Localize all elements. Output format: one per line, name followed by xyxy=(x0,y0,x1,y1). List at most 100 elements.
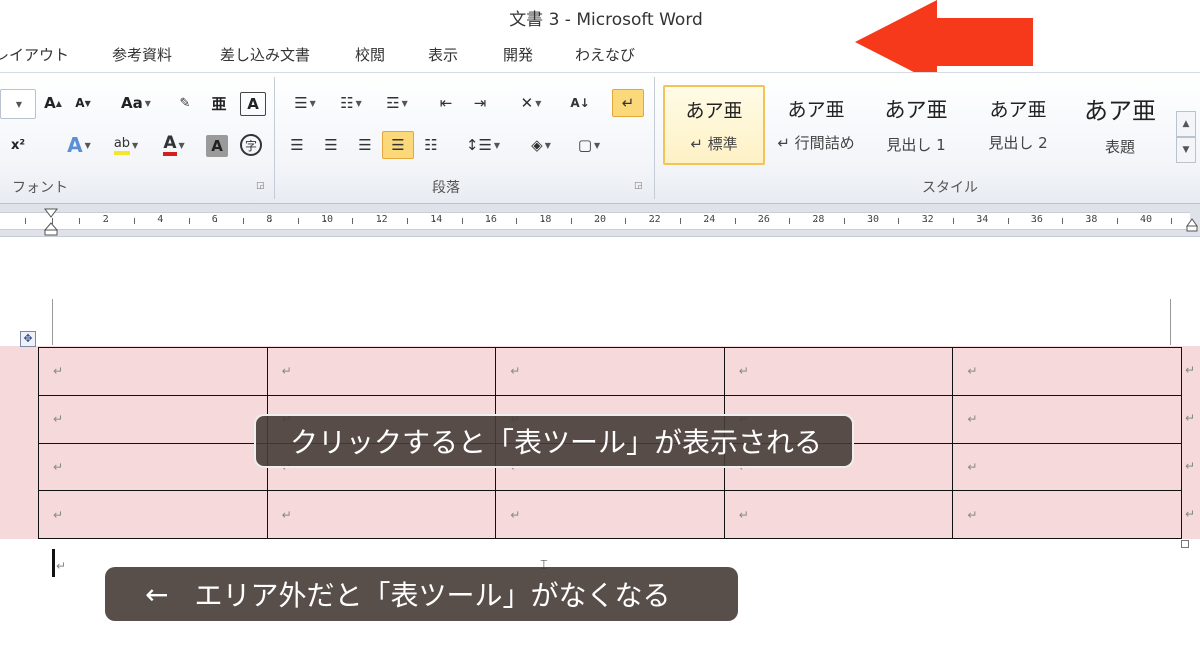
bullets-button[interactable]: ☰ ▼ xyxy=(284,89,326,117)
ruler-tick xyxy=(461,218,463,224)
ruler-tick xyxy=(79,218,81,224)
ruler-label: 40 xyxy=(1140,214,1153,225)
table-cell[interactable]: ↵ xyxy=(495,490,725,539)
text-cursor xyxy=(52,549,55,577)
ruler-label: 8 xyxy=(266,214,273,225)
table-cell[interactable]: ↵ xyxy=(952,394,1182,444)
group-divider xyxy=(274,77,275,199)
table-cell[interactable]: ↵ xyxy=(38,442,268,492)
caption-outside-table: ← エリア外だと「表ツール」がなくなる xyxy=(105,567,738,621)
enclose-characters-button[interactable]: 字 xyxy=(238,131,264,159)
clear-format-button[interactable]: ✎ xyxy=(172,89,198,117)
dialog-launcher-icon[interactable]: ◲ xyxy=(256,181,265,191)
shrink-font-button[interactable]: A ▼ xyxy=(70,89,96,117)
text-effects-button[interactable]: A ▼ xyxy=(60,131,98,159)
asian-layout-button[interactable]: ✕ ▼ xyxy=(510,89,552,117)
bullet-list-icon: ☰ xyxy=(294,94,308,112)
ruler-label: 34 xyxy=(976,214,989,225)
style-heading-2[interactable]: あア亜 見出し 2 xyxy=(968,85,1068,163)
highlighter-icon: ab xyxy=(113,136,131,155)
align-right-button[interactable]: ☰ xyxy=(352,131,378,159)
style-normal[interactable]: あア亜 ↵ 標準 xyxy=(663,85,765,165)
horizontal-ruler[interactable]: 2 4 6 8 10 12 14 16 18 20 22 24 26 28 30 32 34 36 38 40 xyxy=(0,204,1200,237)
align-left-button[interactable]: ☰ xyxy=(284,131,310,159)
table-cell[interactable]: ↵ xyxy=(38,490,268,539)
ruler-tick xyxy=(297,218,299,224)
style-heading-1[interactable]: あア亜 見出し 1 xyxy=(866,85,966,163)
end-of-cell-mark-icon: ↵ xyxy=(738,364,749,379)
font-size-combo[interactable]: ▼ xyxy=(0,89,36,119)
ruler-tick xyxy=(789,218,791,224)
line-spacing-button[interactable]: ↕☰ ▼ xyxy=(462,131,504,159)
style-no-spacing[interactable]: あア亜 ↵ 行間詰め xyxy=(766,85,866,163)
table-cell[interactable]: ↵ xyxy=(723,490,954,539)
ruler-label: 30 xyxy=(867,214,880,225)
decrease-indent-button[interactable]: ⇤ xyxy=(432,89,460,117)
borders-button[interactable]: ▢ ▼ xyxy=(568,131,610,159)
ruler-tick xyxy=(952,218,954,224)
phonetic-guide-button[interactable]: 亜 xyxy=(206,89,232,117)
tab-view[interactable]: 表示 xyxy=(428,44,458,65)
table-resize-handle[interactable] xyxy=(1181,540,1189,548)
center-button[interactable]: ☰ xyxy=(318,131,344,159)
table-cell[interactable]: ↵ xyxy=(723,347,954,396)
ruler-label: 2 xyxy=(102,214,109,225)
tab-page-layout[interactable]: レイアウト xyxy=(0,44,69,65)
highlight-button[interactable]: ab ▼ xyxy=(104,131,148,159)
font-color-button[interactable]: A ▼ xyxy=(152,131,196,159)
character-border-button[interactable]: A xyxy=(240,92,266,116)
numbering-button[interactable]: ☷ ▼ xyxy=(330,89,372,117)
show-formatting-marks-button[interactable]: ↵ xyxy=(612,89,644,117)
tab-review[interactable]: 校閲 xyxy=(355,44,385,65)
tab-mailings[interactable]: 差し込み文書 xyxy=(220,44,310,65)
superscript-button[interactable]: x² xyxy=(0,131,36,159)
crop-mark xyxy=(1170,299,1171,345)
ruler-label: 6 xyxy=(211,214,218,225)
distributed-button[interactable]: ☷ xyxy=(418,131,444,159)
table-cell[interactable]: ↵ xyxy=(266,490,497,539)
chevron-down-icon: ▼ xyxy=(15,99,23,109)
font-group-label: フォント xyxy=(12,180,68,196)
table-cell[interactable]: ↵ xyxy=(38,347,268,396)
character-shading-button[interactable]: A xyxy=(206,135,228,157)
title-bar: 文書 3 - Microsoft Word xyxy=(0,0,1200,84)
style-name: ↵ 標準 xyxy=(690,135,738,153)
grow-font-button[interactable]: A ▲ xyxy=(40,89,66,117)
style-title[interactable]: あア亜 表題 xyxy=(1070,85,1170,163)
sort-button[interactable]: A↓ xyxy=(566,89,594,117)
table-cell[interactable]: ↵ xyxy=(952,490,1182,539)
justify-button[interactable]: ☰ xyxy=(382,131,414,159)
styles-more-icon[interactable]: ▼ xyxy=(1176,137,1196,163)
table-move-handle-icon[interactable]: ✥ xyxy=(20,331,36,347)
chevron-down-icon: ▼ xyxy=(144,98,151,108)
font-color-icon: A xyxy=(163,134,177,156)
chevron-down-icon: ▼ xyxy=(355,98,362,108)
table-cell[interactable]: ↵ xyxy=(266,347,497,396)
chevron-down-icon: ▼ xyxy=(535,98,542,108)
end-of-row-mark-icon: ↵ xyxy=(1185,411,1196,425)
chevron-down-icon: ▼ xyxy=(132,140,139,150)
multilevel-list-button[interactable]: ☲ ▼ xyxy=(376,89,418,117)
table-cell[interactable]: ↵ xyxy=(495,347,725,396)
tab-developer[interactable]: 開発 xyxy=(503,44,533,65)
ruler-tick xyxy=(625,218,627,224)
styles-group-label: スタイル xyxy=(922,180,978,196)
numbered-list-icon: ☷ xyxy=(340,94,354,112)
right-indent-marker-icon[interactable] xyxy=(1186,218,1198,232)
increase-indent-button[interactable]: ⇥ xyxy=(466,89,494,117)
table-cell[interactable]: ↵ xyxy=(952,442,1182,492)
indent-marker-icon[interactable] xyxy=(44,208,58,236)
change-case-icon: Aa xyxy=(121,94,143,112)
tab-references[interactable]: 参考資料 xyxy=(112,44,172,65)
change-case-button[interactable]: Aa ▼ xyxy=(116,89,156,117)
table-cell[interactable]: ↵ xyxy=(952,347,1182,396)
chevron-down-icon: ▼ xyxy=(309,98,316,108)
shading-button[interactable]: ◈ ▼ xyxy=(520,131,562,159)
end-of-row-mark-icon: ↵ xyxy=(1185,363,1196,377)
tab-waenavi[interactable]: わえなび xyxy=(575,44,635,65)
chevron-down-icon: ▼ xyxy=(401,98,408,108)
dialog-launcher-icon[interactable]: ◲ xyxy=(634,181,643,191)
ruler-label: 38 xyxy=(1085,214,1098,225)
styles-scroll-up-icon[interactable]: ▲ xyxy=(1176,111,1196,137)
table-cell[interactable]: ↵ xyxy=(38,394,268,444)
